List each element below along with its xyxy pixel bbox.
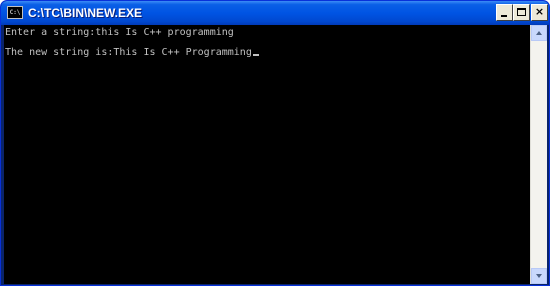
maximize-icon: [517, 8, 526, 16]
arrow-down-icon: [536, 274, 542, 278]
console-window: C:\ C:\TC\BIN\NEW.EXE × Enter a string:t…: [0, 0, 550, 286]
console-line-output: The new string is:This Is C++ Programmin…: [5, 47, 259, 59]
vertical-scrollbar[interactable]: [530, 25, 547, 284]
text-cursor: [252, 54, 259, 56]
console-window-icon[interactable]: C:\: [7, 6, 23, 19]
console-line-input-prompt: Enter a string:this Is C++ programming: [5, 27, 234, 39]
title-bar[interactable]: C:\ C:\TC\BIN\NEW.EXE ×: [1, 1, 549, 25]
scroll-down-button[interactable]: [531, 268, 547, 284]
maximize-button[interactable]: [513, 4, 530, 21]
minimize-icon: [501, 15, 507, 17]
console-icon-label: C:\: [9, 9, 21, 16]
console-line-text: Enter a string:this Is C++ programming: [5, 27, 234, 38]
window-title: C:\TC\BIN\NEW.EXE: [28, 6, 143, 20]
arrow-up-icon: [536, 31, 542, 35]
console-output-area[interactable]: Enter a string:this Is C++ programming T…: [4, 25, 530, 284]
scroll-up-button[interactable]: [531, 25, 547, 41]
minimize-button[interactable]: [496, 4, 513, 21]
console-line-text: The new string is:This Is C++ Programmin…: [5, 47, 252, 58]
close-icon: ×: [534, 5, 545, 18]
close-button[interactable]: ×: [531, 4, 548, 21]
